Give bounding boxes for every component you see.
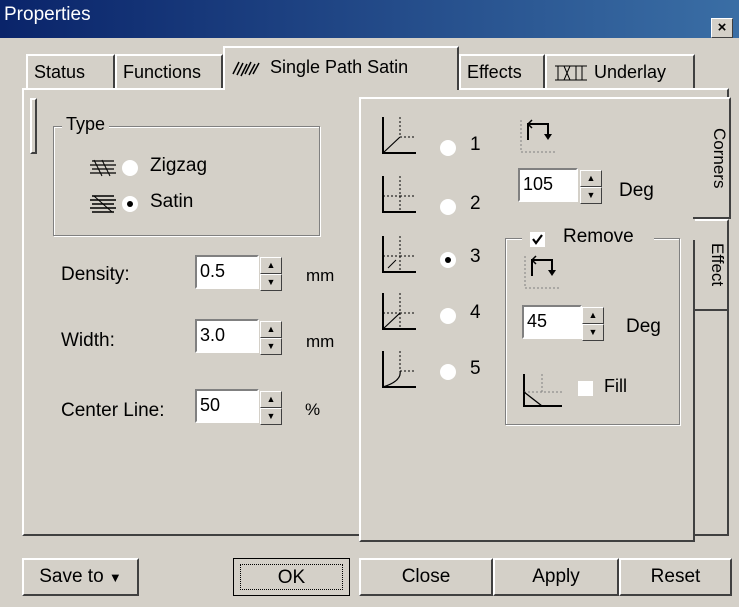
width-unit: mm (306, 332, 335, 351)
zigzag-icon (88, 158, 118, 178)
type-group-legend: Type (62, 114, 110, 135)
tab-effects[interactable]: Effects (459, 54, 545, 88)
center-line-unit: % (305, 400, 321, 419)
zigzag-label: Zigzag (150, 155, 208, 176)
corner-angle-field[interactable]: 105 (518, 168, 578, 202)
reset-button[interactable]: Reset (619, 558, 732, 596)
tab-functions[interactable]: Functions (115, 54, 223, 88)
drag-handle[interactable] (30, 98, 37, 154)
tab-single-path-satin[interactable]: Single Path Satin (223, 46, 459, 90)
tab-label: Underlay (594, 62, 667, 82)
tab-underlay[interactable]: Underlay (545, 54, 695, 88)
width-value: 3.0 (200, 325, 226, 345)
save-to-button[interactable]: Save to ▼ (22, 558, 139, 596)
corner-4-icon (380, 293, 418, 333)
corner-angle-unit: Deg (619, 180, 654, 201)
corner-2-label: 2 (470, 193, 481, 214)
satin-label: Satin (150, 191, 194, 212)
remove-checkbox[interactable] (530, 232, 545, 247)
corner-3-label: 3 (470, 246, 481, 267)
width-label: Width: (61, 330, 115, 351)
corner-angle-value: 105 (523, 174, 554, 194)
tab-corners[interactable]: Corners (693, 97, 731, 219)
zigzag-radio[interactable] (122, 160, 138, 176)
ok-focus: OK (240, 564, 343, 590)
center-line-value: 50 (200, 395, 221, 415)
density-field[interactable]: 0.5 (195, 255, 259, 289)
tab-label: Single Path Satin (270, 57, 409, 77)
underlay-icon (553, 63, 589, 83)
reset-label: Reset (650, 566, 701, 587)
tab-effect[interactable]: Effect (695, 219, 729, 311)
rotate-corner-icon (518, 116, 558, 154)
corner-1-icon (380, 117, 418, 157)
corner-4-label: 4 (470, 302, 481, 323)
ok-button[interactable]: OK (233, 558, 350, 596)
remove-angle-field[interactable]: 45 (522, 305, 582, 339)
chevron-down-icon: ▼ (108, 570, 122, 585)
remove-angle-unit: Deg (626, 316, 661, 337)
apply-button[interactable]: Apply (493, 558, 619, 596)
tab-label: Status (34, 62, 86, 82)
remove-label: Remove (563, 226, 634, 247)
fill-label: Fill (604, 376, 627, 396)
satin-icon (88, 194, 118, 214)
width-spinner[interactable]: ▲ ▼ (260, 321, 282, 355)
tab-label: Effect (708, 243, 727, 287)
save-to-label: Save to (39, 566, 104, 587)
tab-label: Functions (123, 62, 202, 82)
remove-angle-spinner[interactable]: ▲ ▼ (582, 307, 604, 341)
close-icon: × (717, 19, 727, 36)
tab-status[interactable]: Status (26, 54, 115, 88)
remove-corner-icon (522, 252, 562, 290)
type-group (53, 126, 320, 236)
close-label: Close (401, 566, 451, 587)
ok-label: OK (277, 567, 306, 588)
corner-3-radio[interactable] (440, 252, 456, 268)
width-field[interactable]: 3.0 (195, 319, 259, 353)
center-line-field[interactable]: 50 (195, 389, 259, 423)
density-value: 0.5 (200, 261, 226, 281)
fill-checkbox[interactable] (578, 381, 593, 396)
stitch-icon (231, 58, 265, 78)
corner-1-label: 1 (470, 134, 481, 155)
apply-label: Apply (532, 566, 580, 587)
center-line-label: Center Line: (61, 400, 165, 421)
corner-3-icon (380, 236, 418, 276)
center-line-spinner[interactable]: ▲ ▼ (260, 391, 282, 425)
corner-2-radio[interactable] (440, 199, 456, 215)
close-button[interactable]: Close (359, 558, 493, 596)
corner-angle-spinner[interactable]: ▲ ▼ (580, 170, 602, 204)
corner-5-radio[interactable] (440, 364, 456, 380)
title-bar (0, 0, 739, 38)
tab-label: Corners (710, 127, 729, 189)
corner-1-radio[interactable] (440, 140, 456, 156)
remove-angle-value: 45 (527, 311, 548, 331)
satin-radio[interactable] (122, 196, 138, 212)
corner-5-label: 5 (470, 358, 481, 379)
tab-label: Effects (467, 62, 522, 82)
density-unit: mm (306, 266, 335, 285)
window-title: Properties (4, 4, 91, 25)
close-window-button[interactable]: × (711, 18, 733, 38)
corner-4-radio[interactable] (440, 308, 456, 324)
corner-2-icon (380, 176, 418, 216)
corner-5-icon (380, 351, 418, 391)
density-label: Density: (61, 264, 130, 285)
fill-corner-icon (520, 370, 566, 410)
density-spinner[interactable]: ▲ ▼ (260, 257, 282, 291)
